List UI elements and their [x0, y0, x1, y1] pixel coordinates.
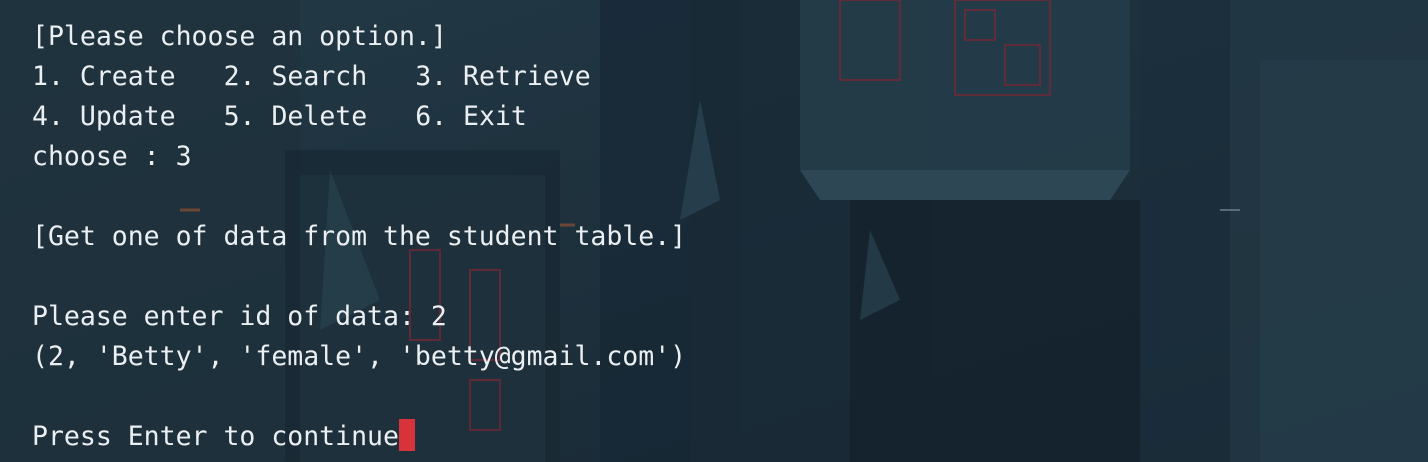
id-prompt: Please enter id of data: 2: [32, 301, 447, 332]
terminal-output: [Please choose an option.] 1. Create 2. S…: [0, 0, 1428, 462]
continue-prompt: Press Enter to continue: [32, 421, 399, 452]
menu-option-delete: 5. Delete: [223, 101, 368, 132]
menu-row-1: 1. Create 2. Search 3. Retrieve: [32, 57, 1428, 97]
continue-line[interactable]: Press Enter to continue: [32, 417, 1428, 457]
text-cursor[interactable]: [398, 419, 415, 451]
menu-option-exit: 6. Exit: [415, 101, 527, 132]
result-row: (2, 'Betty', 'female', 'betty@gmail.com'…: [32, 341, 687, 372]
menu-option-create: 1. Create: [32, 61, 176, 92]
menu-option-update: 4. Update: [32, 101, 176, 132]
menu-row-2: 4. Update 5. Delete 6. Exit: [32, 97, 1428, 137]
section-title: [Get one of data from the student table.…: [32, 221, 687, 252]
menu-title: [Please choose an option.]: [32, 21, 447, 52]
menu-option-retrieve: 3. Retrieve: [415, 61, 591, 92]
choose-prompt: choose : 3: [32, 141, 192, 172]
menu-option-search: 2. Search: [223, 61, 368, 92]
